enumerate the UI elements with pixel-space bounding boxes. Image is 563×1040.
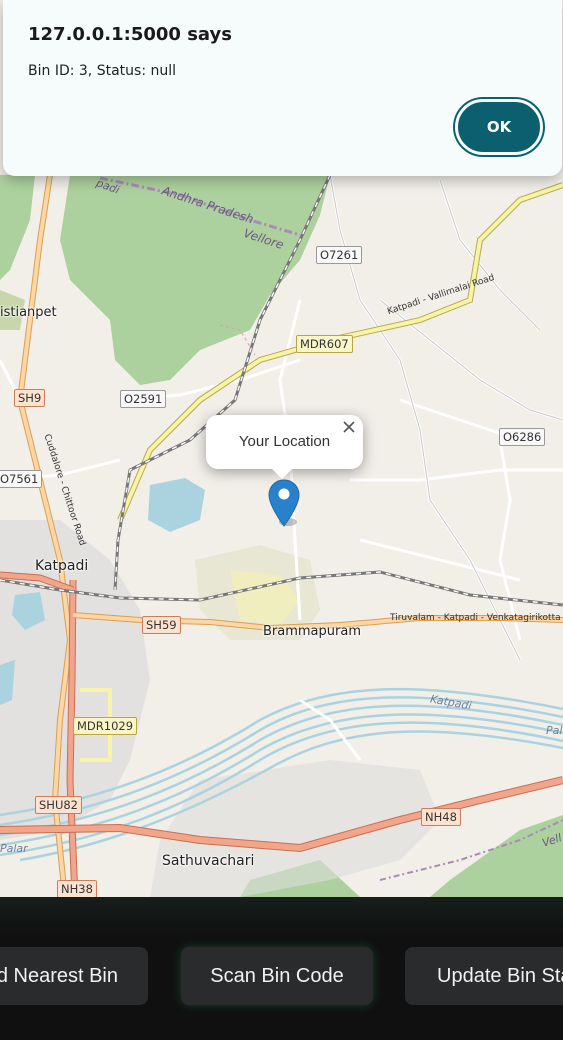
location-popup: Your Location bbox=[206, 415, 363, 479]
road-shield-sh59: SH59 bbox=[142, 616, 181, 634]
road-shield-sh9: SH9 bbox=[14, 389, 46, 407]
app-page: Andhra Pradesh Vellore padi istianpet Ka… bbox=[0, 0, 563, 1040]
road-shield-o6286: O6286 bbox=[499, 428, 546, 446]
road-shield-shu82: SHU82 bbox=[35, 796, 82, 814]
palar-west-label: Palar bbox=[0, 842, 28, 855]
road-shield-mdr607: MDR607 bbox=[296, 335, 353, 353]
katpadi-town-label: Katpadi bbox=[35, 558, 89, 574]
christianpet-label: istianpet bbox=[0, 305, 57, 320]
road-shield-nh48: NH48 bbox=[421, 808, 461, 826]
alert-title: 127.0.0.1:5000 says bbox=[28, 24, 232, 45]
update-bin-status-button[interactable]: Update Bin Sta bbox=[405, 947, 563, 1005]
find-nearest-bin-button[interactable]: d Nearest Bin bbox=[0, 947, 148, 1005]
palar-east-label: Pal bbox=[546, 724, 563, 737]
road-shield-mdr1029: MDR1029 bbox=[73, 717, 138, 735]
road-shield-o7561: O7561 bbox=[0, 470, 43, 488]
popup-text: Your Location bbox=[238, 433, 331, 450]
road-shield-o2591: O2591 bbox=[120, 390, 167, 408]
road-shield-nh38: NH38 bbox=[57, 880, 97, 897]
bottom-action-bar: d Nearest Bin Scan Bin Code Update Bin S… bbox=[0, 897, 563, 1040]
ok-button[interactable]: OK bbox=[455, 99, 543, 155]
tiruvalam-road-label: Tiruvalam - Katpadi - Venkatagirikotta bbox=[390, 613, 561, 623]
scan-bin-code-button[interactable]: Scan Bin Code bbox=[181, 947, 373, 1005]
brammapuram-label: Brammapuram bbox=[263, 624, 361, 639]
sathuvachari-label: Sathuvachari bbox=[162, 853, 255, 869]
map-marker-icon[interactable] bbox=[268, 478, 300, 528]
close-icon[interactable] bbox=[341, 419, 357, 435]
alert-message: Bin ID: 3, Status: null bbox=[28, 63, 177, 79]
road-shield-o7261: O7261 bbox=[316, 246, 363, 264]
browser-alert-dialog: 127.0.0.1:5000 says Bin ID: 3, Status: n… bbox=[3, 0, 562, 176]
